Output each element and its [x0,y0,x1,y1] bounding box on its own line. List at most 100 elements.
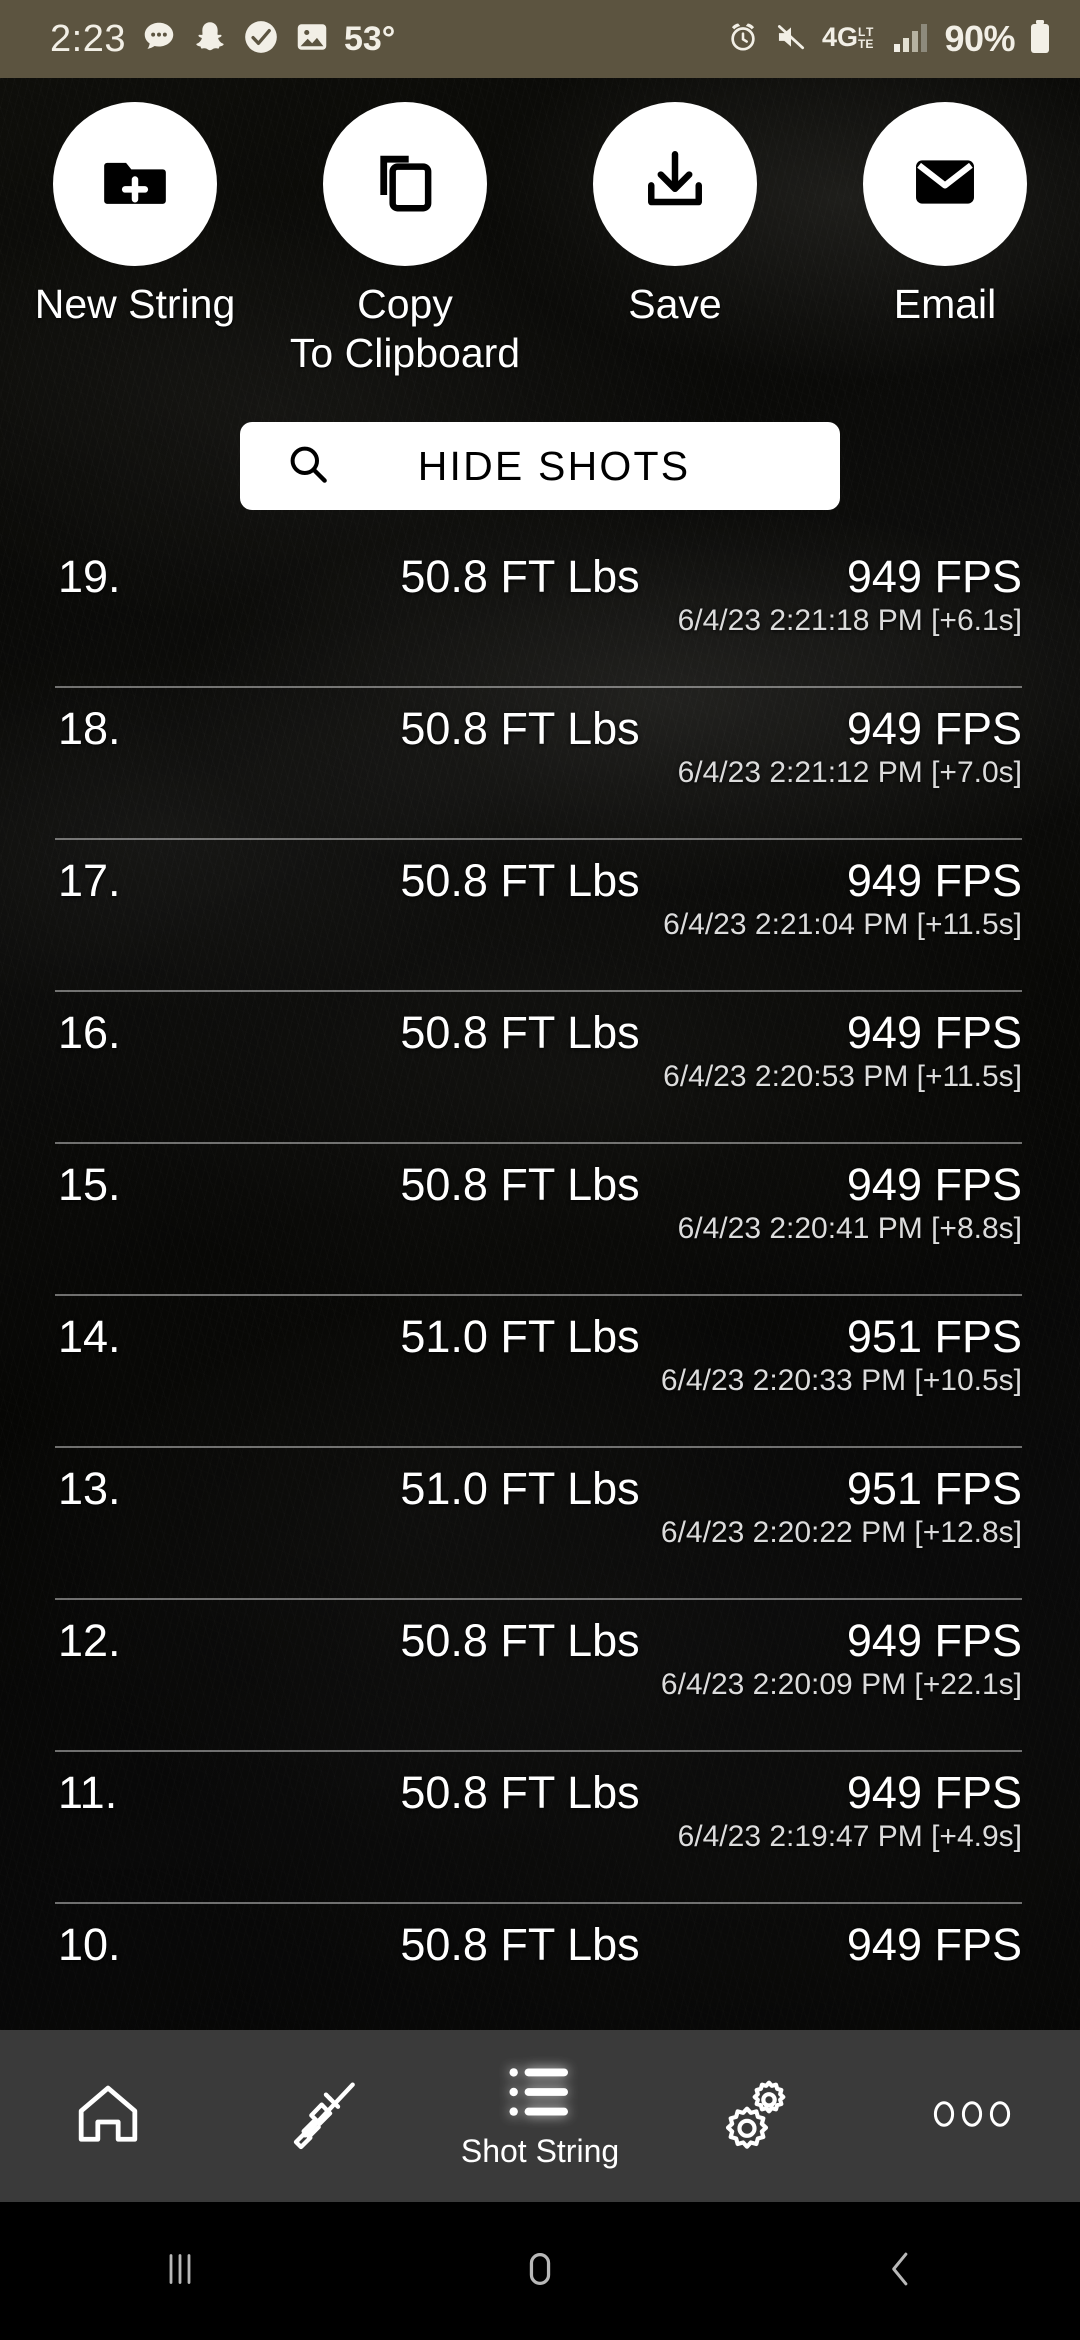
shot-velocity: 951 FPS [846,1463,1022,1514]
envelope-icon [908,145,982,224]
image-icon [294,19,330,60]
new-string-button-circle[interactable] [53,102,217,266]
network-type-icon: 4G L T TE [822,20,880,59]
shot-energy: 50.8 FT Lbs [400,855,640,906]
system-recents-button[interactable] [0,2242,360,2301]
shot-timestamp: 6/4/23 2:20:41 PM [+8.8s] [677,1212,1022,1245]
shot-timestamp: 6/4/23 2:19:47 PM [+4.9s] [677,1820,1022,1853]
shot-row-main: 14. 51.0 FT Lbs 951 FPS [0,1296,1080,1362]
shot-timestamp: 6/4/23 2:20:53 PM [+11.5s] [663,1060,1022,1093]
shot-energy: 50.8 FT Lbs [400,1767,640,1818]
shot-row-main: 17. 50.8 FT Lbs 949 FPS [0,840,1080,906]
alarm-icon [726,20,760,59]
copy-to-clipboard-button[interactable]: Copy To Clipboard [270,102,540,378]
table-row[interactable]: 16. 50.8 FT Lbs 949 FPS 6/4/23 2:20:53 PM [… [0,992,1080,1144]
table-row[interactable]: 15. 50.8 FT Lbs 949 FPS 6/4/23 2:20:41 PM [… [0,1144,1080,1296]
email-button-label: Email [893,281,997,327]
snapchat-ghost-icon [192,18,228,61]
shot-timestamp: 6/4/23 2:20:22 PM [+12.8s] [660,1516,1022,1549]
table-row[interactable]: 14. 51.0 FT Lbs 951 FPS 6/4/23 2:20:33 PM [… [0,1296,1080,1448]
table-row[interactable]: 11. 50.8 FT Lbs 949 FPS 6/4/23 2:19:47 PM [… [0,1752,1080,1904]
shot-timestamp: 6/4/23 2:21:18 PM [+6.1s] [677,604,1022,637]
home-icon [71,2077,145,2156]
shot-energy: 51.0 FT Lbs [400,1463,640,1514]
shot-velocity: 949 FPS [846,1767,1022,1818]
shot-energy: 50.8 FT Lbs [400,1159,640,1210]
shot-timestamp: 6/4/23 2:21:12 PM [+7.0s] [677,756,1022,789]
hide-shots-row: HIDE SHOTS [0,422,1080,510]
shot-energy: 50.8 FT Lbs [400,1007,640,1058]
table-row[interactable]: 10. 50.8 FT Lbs 949 FPS [0,1904,1080,1974]
nav-item-more[interactable] [864,2030,1080,2202]
home-circle-icon [513,2242,567,2301]
battery-icon [1028,19,1052,60]
svg-text:4G: 4G [822,22,858,52]
shot-row-main: 11. 50.8 FT Lbs 949 FPS [0,1752,1080,1818]
hide-shots-label: HIDE SHOTS [417,442,691,489]
shot-row-main: 15. 50.8 FT Lbs 949 FPS [0,1144,1080,1210]
nav-item-shot-string-label: Shot String [460,2132,620,2169]
battery-percentage: 90% [944,18,1015,59]
nav-item-rifle[interactable] [216,2030,432,2202]
nav-item-shot-string[interactable]: Shot String [432,2030,648,2202]
table-row[interactable]: 13. 51.0 FT Lbs 951 FPS 6/4/23 2:20:22 PM [… [0,1448,1080,1600]
copy-icon [368,145,442,224]
shot-row-main: 10. 50.8 FT Lbs 949 FPS [0,1904,1080,1970]
status-bar-left: 2:23 53° [28,18,726,61]
shot-energy: 50.8 FT Lbs [400,1615,640,1666]
shot-energy: 50.8 FT Lbs [400,1919,640,1970]
email-button-circle[interactable] [863,102,1027,266]
action-button-row: New String Copy To Clipboard Save Email [0,78,1080,378]
shot-row-main: 13. 51.0 FT Lbs 951 FPS [0,1448,1080,1514]
new-string-button[interactable]: New String [0,102,270,378]
email-button[interactable]: Email [810,102,1080,378]
signal-bars-icon [893,21,931,58]
shot-energy: 51.0 FT Lbs [400,1311,640,1362]
hide-shots-button[interactable]: HIDE SHOTS [240,422,840,510]
chat-bubble-icon [140,18,178,61]
nav-item-settings[interactable] [648,2030,864,2202]
folder-plus-icon [98,145,172,224]
shot-string-list[interactable]: 19. 50.8 FT Lbs 949 FPS 6/4/23 2:21:18 PM [… [0,536,1080,1974]
more-dots-icon [930,2096,1014,2137]
table-row[interactable]: 19. 50.8 FT Lbs 949 FPS 6/4/23 2:21:18 PM [… [0,536,1080,688]
shot-velocity: 949 FPS [846,703,1022,754]
bottom-navigation-bar: Shot String [0,2030,1080,2202]
mute-icon [773,20,809,59]
gears-icon [716,2074,796,2159]
download-icon [638,145,712,224]
svg-text:TE: TE [858,37,873,51]
status-bar: 2:23 53° 4G L T TE 90% [0,0,1080,78]
save-button-label: Save [628,281,722,327]
shot-row-main: 19. 50.8 FT Lbs 949 FPS [0,536,1080,602]
rifle-icon [284,2074,364,2159]
list-icon [505,2064,575,2125]
shot-timestamp: 6/4/23 2:20:09 PM [+22.1s] [660,1668,1022,1701]
shot-velocity: 949 FPS [846,855,1022,906]
shot-energy: 50.8 FT Lbs [400,551,640,602]
android-system-nav [0,2202,1080,2340]
shot-velocity: 949 FPS [846,1159,1022,1210]
main-content: New String Copy To Clipboard Save Email … [0,78,1080,2030]
weather-temperature: 53° [343,19,396,58]
shot-row-main: 18. 50.8 FT Lbs 949 FPS [0,688,1080,754]
shot-row-main: 16. 50.8 FT Lbs 949 FPS [0,992,1080,1058]
shot-timestamp: 6/4/23 2:21:04 PM [+11.5s] [663,908,1022,941]
copy-to-clipboard-button-circle[interactable] [323,102,487,266]
table-row[interactable]: 17. 50.8 FT Lbs 949 FPS 6/4/23 2:21:04 PM [… [0,840,1080,992]
save-button[interactable]: Save [540,102,810,378]
save-button-circle[interactable] [593,102,757,266]
system-home-button[interactable] [360,2242,720,2301]
recents-icon [153,2242,207,2301]
table-row[interactable]: 18. 50.8 FT Lbs 949 FPS 6/4/23 2:21:12 PM [… [0,688,1080,840]
shot-energy: 50.8 FT Lbs [400,703,640,754]
shot-row-main: 12. 50.8 FT Lbs 949 FPS [0,1600,1080,1666]
phone-screen: 2:23 53° 4G L T TE 90% New String Copy T… [0,0,1080,2340]
table-row[interactable]: 12. 50.8 FT Lbs 949 FPS 6/4/23 2:20:09 PM [… [0,1600,1080,1752]
nav-item-home[interactable] [0,2030,216,2202]
system-back-button[interactable] [720,2242,1080,2301]
new-string-button-label: New String [34,281,236,327]
shot-velocity: 949 FPS [846,551,1022,602]
status-bar-clock: 2:23 [50,17,126,60]
shot-velocity: 949 FPS [846,1615,1022,1666]
